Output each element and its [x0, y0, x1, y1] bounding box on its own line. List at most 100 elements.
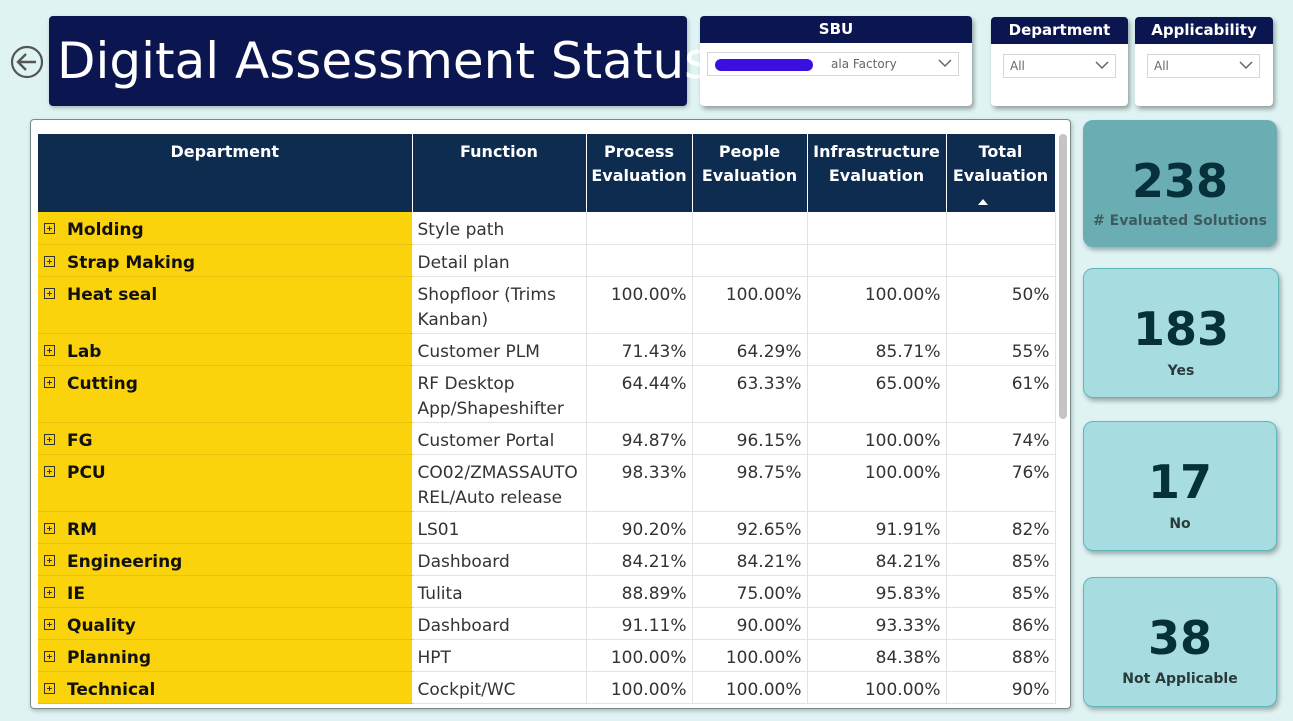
infrastructure-evaluation-cell: 100.00% [807, 671, 947, 704]
department-cell[interactable]: Strap Making [38, 244, 413, 277]
department-dropdown[interactable]: All [1003, 54, 1116, 78]
expand-plus-icon[interactable] [44, 255, 55, 267]
table-row[interactable]: Engineering Dashboard 84.21% 84.21% 84.21% 85… [38, 543, 1056, 576]
table-row[interactable]: PCU CO02/ZMASSAUTO REL/Auto release 98.33%… [38, 454, 1056, 512]
department-cell[interactable]: Heat seal [38, 276, 413, 334]
total-evaluation-cell: 82% [946, 511, 1056, 544]
kpi-value: 238 [1131, 154, 1229, 208]
expand-plus-icon[interactable] [44, 223, 55, 234]
function-cell: LS01 [412, 511, 587, 544]
function-cell: Detail plan [412, 244, 587, 277]
department-cell[interactable]: Lab [38, 333, 413, 366]
expand-plus-icon[interactable] [44, 586, 55, 598]
table-row[interactable]: FG Customer Portal 94.87% 96.15% 100.00% 74% [38, 422, 1056, 455]
table-row[interactable]: Cutting RF Desktop App/Shapeshifter 64.44%… [38, 365, 1056, 423]
table-row[interactable]: Molding Style path [38, 212, 1056, 245]
page-title: Digital Assessment Status [57, 32, 711, 90]
people-evaluation-cell: 75.00% [692, 575, 808, 608]
table-row[interactable]: Technical Cockpit/WC 100.00% 100.00% 100.00%… [38, 671, 1056, 704]
people-evaluation-cell: 63.33% [692, 365, 808, 423]
department-cell[interactable]: IE [38, 575, 413, 608]
column-header-department[interactable]: Department [38, 134, 413, 212]
department-cell[interactable]: PCU [38, 454, 413, 512]
table-row[interactable]: RM LS01 90.20% 92.65% 91.91% 82% [38, 511, 1056, 544]
function-cell: CO02/ZMASSAUTO REL/Auto release [412, 454, 587, 512]
function-cell: Dashboard [412, 543, 587, 576]
department-cell[interactable]: Engineering [38, 543, 413, 576]
table-row[interactable]: Heat seal Shopfloor (Trims Kanban) 100.00%… [38, 276, 1056, 334]
function-cell: Dashboard [412, 607, 587, 640]
applicability-slicer-header: Applicability [1135, 17, 1273, 44]
expand-plus-icon[interactable] [44, 287, 55, 299]
expand-plus-icon[interactable] [44, 618, 55, 630]
expand-plus-icon[interactable] [44, 433, 55, 445]
table-row[interactable]: Planning HPT 100.00% 100.00% 84.38% 88% [38, 639, 1056, 672]
column-header-infrastructure-evaluation[interactable]: Infrastructure Evaluation [807, 134, 947, 212]
table-row[interactable]: IE Tulita 88.89% 75.00% 95.83% 85% [38, 575, 1056, 608]
function-cell: HPT [412, 639, 587, 672]
process-evaluation-cell: 84.21% [586, 543, 693, 576]
process-evaluation-cell: 100.00% [586, 671, 693, 704]
back-button[interactable] [10, 45, 44, 79]
people-evaluation-cell: 100.00% [692, 639, 808, 672]
column-header-people-evaluation[interactable]: People Evaluation [692, 134, 808, 212]
process-evaluation-cell [586, 244, 693, 277]
expand-plus-icon[interactable] [44, 522, 55, 534]
sbu-slicer[interactable]: SBU ala Factory [700, 16, 972, 106]
expand-plus-icon[interactable] [44, 376, 55, 388]
infrastructure-evaluation-cell: 93.33% [807, 607, 947, 640]
people-evaluation-cell [692, 244, 808, 277]
applicability-slicer[interactable]: Applicability All [1135, 17, 1273, 106]
process-evaluation-cell: 64.44% [586, 365, 693, 423]
expand-plus-icon[interactable] [44, 554, 55, 566]
function-cell: Cockpit/WC [412, 671, 587, 704]
infrastructure-evaluation-cell: 91.91% [807, 511, 947, 544]
applicability-dropdown[interactable]: All [1147, 54, 1260, 78]
expand-plus-icon[interactable] [44, 682, 55, 694]
department-cell[interactable]: Quality [38, 607, 413, 640]
department-label: Quality [67, 615, 136, 636]
total-evaluation-cell: 55% [946, 333, 1056, 366]
department-cell[interactable]: Planning [38, 639, 413, 672]
department-cell[interactable]: Technical [38, 671, 413, 704]
chevron-down-icon [1239, 61, 1253, 70]
infrastructure-evaluation-cell [807, 244, 947, 277]
table-row[interactable]: Quality Dashboard 91.11% 90.00% 93.33% 86% [38, 607, 1056, 640]
kpi-card-evaluated-solutions: 238 # Evaluated Solutions [1083, 120, 1277, 247]
chevron-down-icon [938, 59, 952, 68]
department-label: Technical [67, 679, 156, 700]
infrastructure-evaluation-cell: 65.00% [807, 365, 947, 423]
table-header-row: Department Function Process Evaluation P… [38, 134, 1056, 212]
function-cell: Shopfloor (Trims Kanban) [412, 276, 587, 334]
assessment-table: Department Function Process Evaluation P… [38, 134, 1056, 704]
infrastructure-evaluation-cell: 100.00% [807, 422, 947, 455]
expand-plus-icon[interactable] [44, 650, 55, 662]
people-evaluation-cell: 96.15% [692, 422, 808, 455]
kpi-card-yes: 183 Yes [1083, 268, 1279, 398]
department-cell[interactable]: RM [38, 511, 413, 544]
kpi-value: 17 [1147, 455, 1212, 509]
expand-plus-icon[interactable] [44, 465, 55, 477]
function-cell: RF Desktop App/Shapeshifter [412, 365, 587, 423]
column-header-total-evaluation[interactable]: Total Evaluation [946, 134, 1056, 212]
column-header-function[interactable]: Function [412, 134, 587, 212]
redaction-mark [715, 59, 813, 71]
kpi-value: 38 [1147, 611, 1212, 665]
table-row[interactable]: Strap Making Detail plan [38, 244, 1056, 277]
people-evaluation-cell: 92.65% [692, 511, 808, 544]
department-cell[interactable]: Molding [38, 212, 413, 245]
expand-plus-icon[interactable] [44, 344, 55, 356]
infrastructure-evaluation-cell: 85.71% [807, 333, 947, 366]
table-scrollbar[interactable] [1059, 134, 1067, 419]
department-label: Lab [67, 341, 102, 362]
sbu-dropdown[interactable]: ala Factory [707, 52, 959, 76]
column-header-process-evaluation[interactable]: Process Evaluation [586, 134, 693, 212]
department-label: RM [67, 519, 98, 540]
department-slicer[interactable]: Department All [991, 17, 1128, 106]
people-evaluation-cell: 90.00% [692, 607, 808, 640]
department-cell[interactable]: Cutting [38, 365, 413, 423]
table-row[interactable]: Lab Customer PLM 71.43% 64.29% 85.71% 55% [38, 333, 1056, 366]
department-cell[interactable]: FG [38, 422, 413, 455]
kpi-label: Not Applicable [1122, 671, 1238, 687]
chevron-down-icon [1095, 61, 1109, 70]
